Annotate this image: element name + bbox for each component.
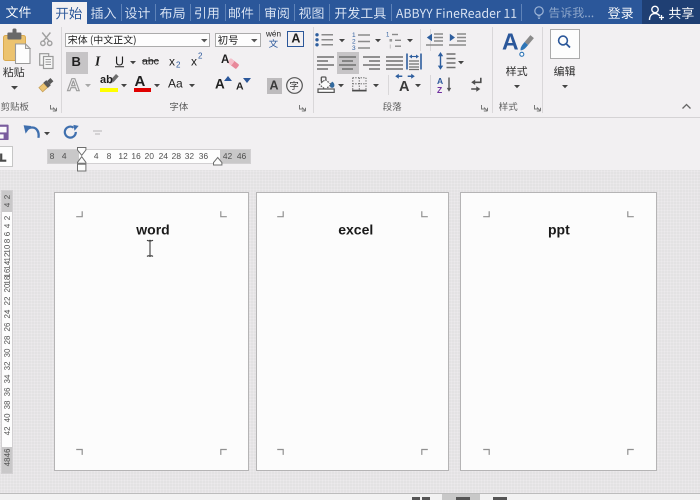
svg-text:A: A — [399, 79, 410, 95]
svg-text:1: 1 — [386, 33, 390, 39]
svg-text:Z: Z — [437, 85, 442, 95]
svg-text:i: i — [390, 45, 391, 51]
svg-text:3: 3 — [352, 45, 356, 52]
